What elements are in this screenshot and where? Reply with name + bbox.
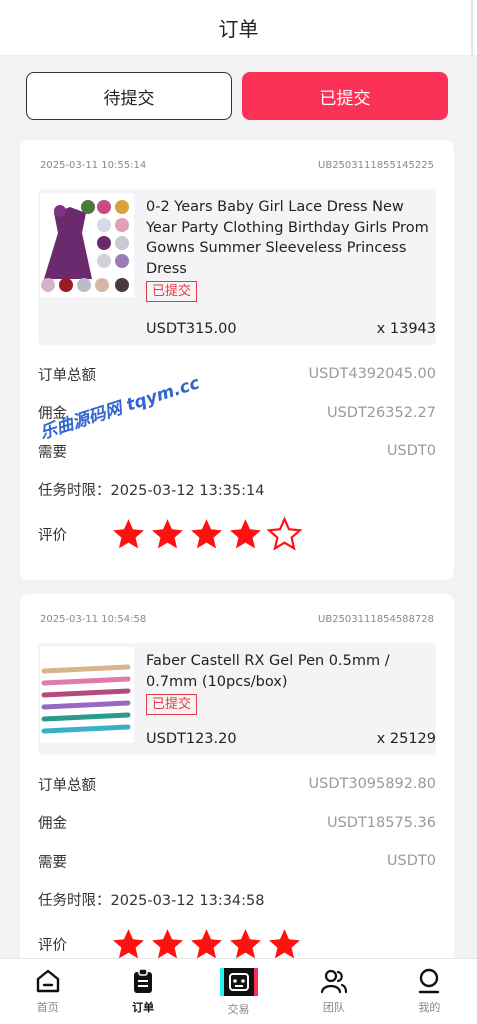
- deadline-row: 任务时限：2025-03-12 13:34:58: [20, 881, 454, 920]
- nav-team[interactable]: 团队: [286, 959, 381, 1024]
- nav-profile[interactable]: 我的: [382, 959, 477, 1024]
- order-list[interactable]: 2025-03-11 10:55:14 UB2503111855145225 0…: [0, 140, 477, 958]
- product-image: [40, 193, 134, 297]
- clipboard-icon: [134, 968, 153, 993]
- product-name: Faber Castell RX Gel Pen 0.5mm / 0.7mm (…: [146, 653, 390, 690]
- status-badge: 已提交: [146, 694, 198, 715]
- star-rating[interactable]: [110, 926, 303, 959]
- product-name: 0-2 Years Baby Girl Lace Dress New Year …: [146, 199, 429, 277]
- product-info: Faber Castell RX Gel Pen 0.5mm / 0.7mm (…: [146, 651, 436, 715]
- order-total-label: 订单总额: [38, 777, 96, 794]
- star-rating[interactable]: [110, 515, 303, 553]
- star-filled-icon[interactable]: [227, 516, 264, 553]
- status-badge: 已提交: [146, 281, 198, 302]
- nav-profile-label: 我的: [418, 1001, 441, 1014]
- order-total-value: USDT4392045.00: [308, 366, 436, 383]
- star-filled-icon[interactable]: [188, 926, 225, 959]
- order-card: 2025-03-11 10:55:14 UB2503111855145225 0…: [20, 140, 454, 580]
- order-total-label: 订单总额: [38, 367, 96, 384]
- need-label: 需要: [38, 854, 67, 871]
- order-card: 2025-03-11 10:54:58 UB2503111854588728 F…: [20, 594, 454, 958]
- commission-label: 佣金: [38, 816, 67, 833]
- nav-trade-label: 交易: [227, 1003, 250, 1016]
- nav-home-label: 首页: [36, 1001, 59, 1014]
- tab-submitted[interactable]: 已提交: [242, 72, 448, 120]
- rating-row: 评价: [20, 919, 454, 958]
- product-box[interactable]: 0-2 Years Baby Girl Lace Dress New Year …: [38, 189, 436, 345]
- task-deadline: 任务时限：2025-03-12 13:34:58: [38, 893, 265, 910]
- product-price: USDT315.00: [146, 321, 237, 337]
- profile-icon: [419, 968, 440, 994]
- product-image: [40, 647, 134, 743]
- order-meta: 2025-03-11 10:55:14 UB2503111855145225: [20, 140, 454, 171]
- bottom-nav: 首页 订单 交易 团队 我的: [0, 958, 477, 1024]
- nav-home[interactable]: 首页: [0, 959, 95, 1024]
- star-empty-icon[interactable]: [266, 515, 303, 553]
- commission-value: USDT18575.36: [326, 814, 436, 831]
- order-number: UB2503111855145225: [318, 160, 434, 171]
- trade-icon: [219, 968, 258, 996]
- star-filled-icon[interactable]: [227, 926, 264, 959]
- star-filled-icon[interactable]: [110, 516, 147, 553]
- star-filled-icon[interactable]: [188, 516, 225, 553]
- need-value: USDT0: [386, 443, 436, 460]
- nav-orders-label: 订单: [132, 1001, 155, 1014]
- product-box[interactable]: Faber Castell RX Gel Pen 0.5mm / 0.7mm (…: [38, 643, 436, 755]
- star-filled-icon[interactable]: [266, 926, 303, 959]
- order-total-row: 订单总额 USDT4392045.00: [20, 355, 454, 394]
- order-meta: 2025-03-11 10:54:58 UB2503111854588728: [20, 594, 454, 625]
- order-datetime: 2025-03-11 10:54:58: [40, 614, 147, 625]
- need-value: USDT0: [386, 853, 436, 870]
- order-number: UB2503111854588728: [318, 614, 434, 625]
- rating-row: 评价: [20, 509, 454, 559]
- product-quantity: x 25129: [376, 731, 436, 747]
- tab-pending[interactable]: 待提交: [26, 72, 232, 120]
- commission-row: 佣金 USDT18575.36: [20, 804, 454, 843]
- star-filled-icon[interactable]: [149, 516, 186, 553]
- team-icon: [320, 969, 348, 994]
- need-row: 需要 USDT0: [20, 432, 454, 471]
- star-filled-icon[interactable]: [110, 926, 147, 959]
- page-title: 订单: [218, 17, 259, 41]
- order-datetime: 2025-03-11 10:55:14: [40, 160, 147, 171]
- product-quantity: x 13943: [376, 321, 436, 337]
- need-label: 需要: [38, 444, 67, 461]
- product-price: USDT123.20: [146, 731, 237, 747]
- star-filled-icon[interactable]: [149, 926, 186, 959]
- order-total-row: 订单总额 USDT3095892.80: [20, 765, 454, 804]
- task-deadline: 任务时限：2025-03-12 13:35:14: [38, 483, 265, 500]
- order-total-value: USDT3095892.80: [308, 776, 436, 793]
- nav-orders[interactable]: 订单: [95, 959, 190, 1024]
- nav-trade[interactable]: 交易: [191, 959, 286, 1024]
- scrollbar-edge: [471, 0, 473, 56]
- header-bar: 订单: [0, 0, 477, 56]
- rating-label: 评价: [38, 527, 67, 544]
- deadline-row: 任务时限：2025-03-12 13:35:14: [20, 471, 454, 510]
- commission-value: USDT26352.27: [326, 404, 436, 421]
- home-icon: [36, 969, 59, 993]
- rating-label: 评价: [38, 937, 67, 954]
- order-tabs: 待提交 已提交: [26, 72, 448, 120]
- need-row: 需要 USDT0: [20, 842, 454, 881]
- nav-team-label: 团队: [322, 1001, 345, 1014]
- product-info: 0-2 Years Baby Girl Lace Dress New Year …: [146, 197, 436, 302]
